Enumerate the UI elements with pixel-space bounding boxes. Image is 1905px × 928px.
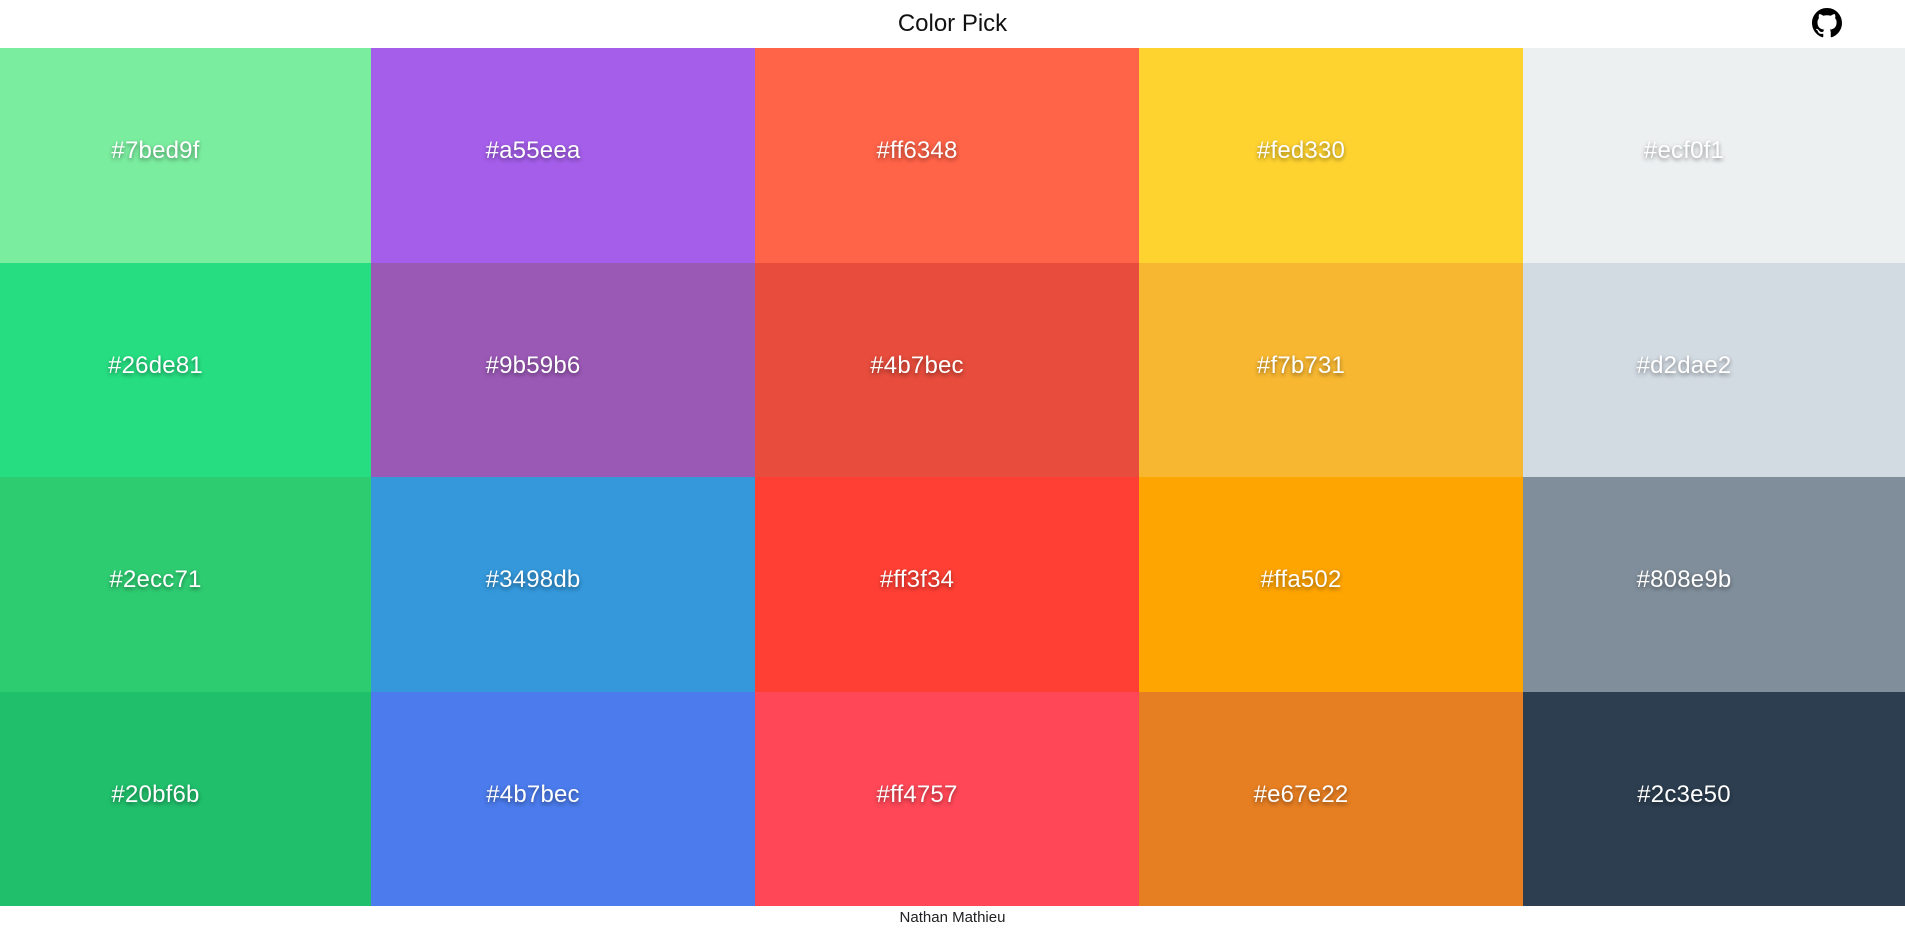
color-swatch[interactable]: #26de81 [0, 262, 371, 477]
github-icon[interactable] [1812, 8, 1842, 38]
hex-label: #ffa502 [1260, 566, 1342, 594]
color-swatch[interactable]: #f7b731 [1139, 262, 1523, 477]
hex-label: #ff4757 [876, 780, 958, 808]
hex-label: #d2dae2 [1636, 351, 1732, 379]
color-swatch[interactable]: #ff3f34 [755, 477, 1139, 692]
color-swatch[interactable]: #fed330 [1139, 48, 1523, 263]
color-swatch[interactable]: #d2dae2 [1523, 262, 1905, 477]
color-grid: #7bed9f #a55eea #ff6348 #fed330 #ecf0f1 … [0, 48, 1905, 906]
author-credit: Nathan Mathieu [899, 908, 1006, 926]
hex-label: #2c3e50 [1637, 780, 1731, 808]
hex-label: #2ecc71 [109, 566, 202, 594]
hex-label: #f7b731 [1256, 351, 1346, 379]
color-swatch[interactable]: #9b59b6 [371, 262, 755, 477]
color-swatch[interactable]: #ffa502 [1139, 477, 1523, 692]
color-swatch[interactable]: #2c3e50 [1523, 691, 1905, 906]
color-swatch[interactable]: #2ecc71 [0, 477, 371, 692]
color-swatch[interactable]: #3498db [371, 477, 755, 692]
color-swatch[interactable]: #e67e22 [1139, 691, 1523, 906]
hex-label: #3498db [485, 566, 581, 594]
hex-label: #26de81 [108, 351, 203, 379]
color-swatch[interactable]: #ff4757 [755, 691, 1139, 906]
hex-label: #ff3f34 [879, 566, 955, 594]
hex-label: #7bed9f [111, 137, 200, 165]
hex-label: #e67e22 [1253, 780, 1349, 808]
hex-label: #20bf6b [111, 780, 200, 808]
footer: Nathan Mathieu [0, 906, 1905, 928]
app-header: Color Pick [0, 0, 1905, 48]
hex-label: #fed330 [1256, 137, 1346, 165]
hex-label: #4b7bec [486, 780, 580, 808]
color-swatch[interactable]: #808e9b [1523, 477, 1905, 692]
color-swatch[interactable]: #20bf6b [0, 691, 371, 906]
color-swatch[interactable]: #ff6348 [755, 48, 1139, 263]
page-title: Color Pick [897, 10, 1008, 37]
hex-label: #9b59b6 [485, 351, 581, 379]
color-swatch[interactable]: #a55eea [371, 48, 755, 263]
color-swatch[interactable]: #4b7bec [371, 691, 755, 906]
hex-label: #ff6348 [876, 137, 958, 165]
color-swatch[interactable]: #7bed9f [0, 48, 371, 263]
color-swatch[interactable]: #ecf0f1 [1523, 48, 1905, 263]
color-swatch[interactable]: #4b7bec [755, 262, 1139, 477]
hex-label: #808e9b [1636, 566, 1732, 594]
hex-label: #a55eea [485, 137, 581, 165]
hex-label: #ecf0f1 [1643, 137, 1725, 165]
hex-label: #4b7bec [870, 351, 964, 379]
